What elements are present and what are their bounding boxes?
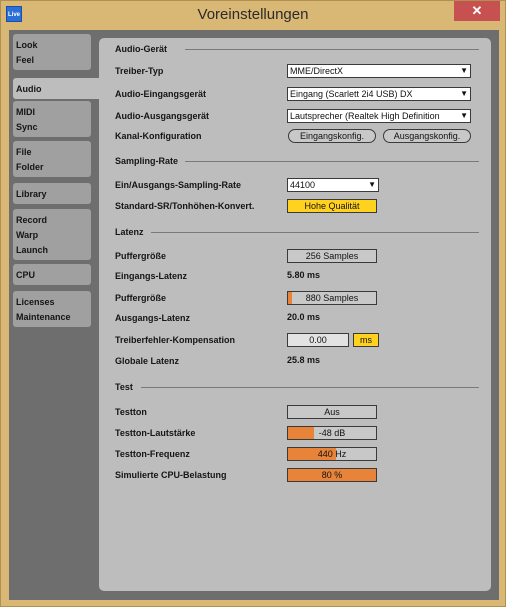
tab-label: Maintenance [16, 312, 71, 322]
driver-type-label: Treiber-Typ [115, 66, 164, 76]
test-frequency-label: Testton-Frequenz [115, 449, 190, 459]
overall-latency-value: 25.8 ms [287, 355, 321, 365]
tab-label: Warp [16, 230, 39, 240]
cpu-load-label: Simulierte CPU-Belastung [115, 470, 227, 480]
audio-settings-panel: Audio-Gerät Treiber-Typ MME/DirectX ▼ Aud… [99, 38, 491, 591]
section-divider [151, 232, 479, 233]
tab-look-feel[interactable]: Look Feel [13, 34, 91, 70]
default-sr-button[interactable]: Hohe Qualität [287, 199, 377, 213]
output-config-button[interactable]: Ausgangskonfig. [383, 129, 471, 143]
overall-latency-label: Globale Latenz [115, 356, 180, 366]
driver-error-field[interactable]: 0.00 [287, 333, 349, 347]
driver-error-unit[interactable]: ms [353, 333, 379, 347]
tab-midi-sync[interactable]: MIDI Sync [13, 101, 91, 137]
buffer-size-output-field[interactable]: 880 Samples [287, 291, 377, 305]
section-audio-device: Audio-Gerät [115, 44, 168, 54]
chevron-down-icon: ▼ [460, 89, 468, 98]
section-divider [185, 161, 479, 162]
input-config-button[interactable]: Eingangskonfig. [288, 129, 376, 143]
tab-licenses-maintenance[interactable]: Licenses Maintenance [13, 291, 91, 327]
output-device-dropdown[interactable]: Lautsprecher (Realtek High Definition ▼ [287, 109, 471, 123]
tab-label: Sync [16, 122, 38, 132]
default-sr-label: Standard-SR/Tonhöhen-Konvert. [115, 201, 255, 211]
section-divider [185, 49, 479, 50]
chevron-down-icon: ▼ [460, 66, 468, 75]
buffer-size-output-fill [288, 292, 293, 304]
test-tone-label: Testton [115, 407, 147, 417]
chevron-down-icon: ▼ [460, 111, 468, 120]
tab-label: Library [16, 189, 47, 199]
driver-type-dropdown[interactable]: MME/DirectX ▼ [287, 64, 471, 78]
tab-file-folder[interactable]: File Folder [13, 141, 91, 177]
cpu-load-slider[interactable]: 80 % [287, 468, 377, 482]
io-sample-rate-dropdown[interactable]: 44100 ▼ [287, 178, 379, 192]
tab-label: Audio [16, 84, 42, 94]
tab-record-warp-launch[interactable]: Record Warp Launch [13, 209, 91, 260]
section-latency: Latenz [115, 227, 144, 237]
buffer-size-output-label: Puffergröße [115, 293, 167, 303]
test-volume-slider[interactable]: -48 dB [287, 426, 377, 440]
chevron-down-icon: ▼ [368, 180, 376, 189]
driver-error-label: Treiberfehler-Kompensation [115, 335, 236, 345]
buffer-size-label: Puffergröße [115, 251, 167, 261]
output-latency-value: 20.0 ms [287, 312, 321, 322]
section-divider [141, 387, 479, 388]
input-device-dropdown[interactable]: Eingang (Scarlett 2i4 USB) DX ▼ [287, 87, 471, 101]
test-tone-toggle[interactable]: Aus [287, 405, 377, 419]
tab-audio[interactable]: Audio [13, 78, 99, 99]
tab-label: Folder [16, 162, 44, 172]
preferences-window: Live Voreinstellungen ✕ Look Feel Audio MID… [0, 0, 506, 607]
test-volume-fill [288, 427, 315, 439]
test-frequency-slider[interactable]: 440 Hz [287, 447, 377, 461]
output-device-label: Audio-Ausgangsgerät [115, 111, 210, 121]
input-latency-value: 5.80 ms [287, 270, 321, 280]
buffer-size-field[interactable]: 256 Samples [287, 249, 377, 263]
section-test: Test [115, 382, 133, 392]
close-button[interactable]: ✕ [454, 1, 500, 21]
section-sample-rate: Sampling-Rate [115, 156, 179, 166]
input-device-label: Audio-Eingangsgerät [115, 89, 207, 99]
input-latency-label: Eingangs-Latenz [115, 271, 188, 281]
title-bar[interactable]: Live Voreinstellungen ✕ [1, 1, 505, 29]
tab-label: Look [16, 40, 38, 50]
tab-label: Launch [16, 245, 49, 255]
output-latency-label: Ausgangs-Latenz [115, 313, 191, 323]
tab-library[interactable]: Library [13, 183, 91, 204]
channel-config-label: Kanal-Konfiguration [115, 131, 202, 141]
tab-label: MIDI [16, 107, 35, 117]
test-volume-label: Testton-Lautstärke [115, 428, 196, 438]
content-area: Look Feel Audio MIDI Sync File Folder Library Re… [9, 30, 499, 600]
window-title: Voreinstellungen [197, 6, 309, 23]
tab-label: Licenses [16, 297, 55, 307]
tab-label: File [16, 147, 32, 157]
tab-label: Feel [16, 55, 35, 65]
io-sample-rate-label: Ein/Ausgangs-Sampling-Rate [115, 180, 242, 190]
tab-label: CPU [16, 270, 36, 280]
tab-label: Record [16, 215, 48, 225]
tab-cpu[interactable]: CPU [13, 264, 91, 285]
